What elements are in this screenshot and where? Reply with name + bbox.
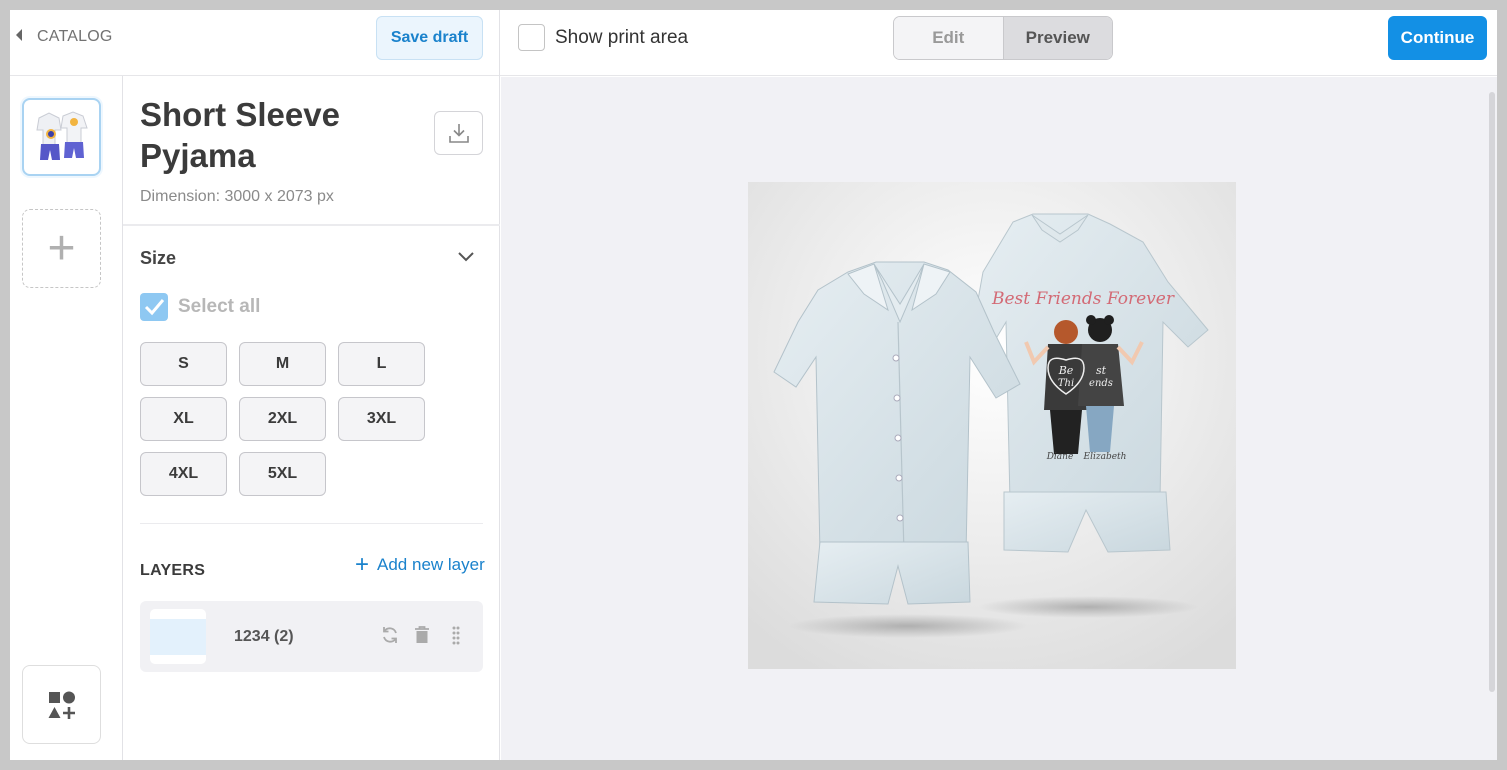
mode-toggle: Edit Preview [893, 16, 1113, 60]
jacket-text: Thi [1058, 378, 1074, 389]
add-view-button[interactable]: + [22, 209, 101, 288]
select-all-checkbox[interactable] [140, 293, 168, 321]
size-option-3xl[interactable]: 3XL [338, 397, 425, 441]
download-button[interactable] [434, 111, 483, 155]
print-name: Elizabeth [1083, 452, 1127, 462]
download-icon [448, 124, 469, 143]
views-rail: + [10, 76, 123, 760]
back-to-catalog-link[interactable]: CATALOG [16, 28, 113, 46]
select-all-label: Select all [178, 296, 261, 317]
size-option-xl[interactable]: XL [140, 397, 227, 441]
layer-thumbnail [150, 609, 206, 664]
shapes-icon [48, 691, 75, 719]
size-option-4xl[interactable]: 4XL [140, 452, 227, 496]
product-title: Short Sleeve Pyjama [140, 96, 340, 174]
print-text: Best Friends Forever [991, 289, 1175, 309]
size-option-m[interactable]: M [239, 342, 326, 386]
size-heading: Size [140, 248, 177, 268]
size-option-s[interactable]: S [140, 342, 227, 386]
add-new-layer-label: Add new layer [377, 555, 485, 574]
show-print-area-checkbox[interactable] [518, 24, 545, 51]
pyjama-thumbnail-icon [35, 111, 88, 160]
product-dimension: Dimension: 3000 x 2073 px [140, 188, 334, 205]
add-new-layer-button[interactable]: + Add new layer [355, 553, 485, 577]
app-window: CATALOG Save draft Show print area Edit … [10, 10, 1497, 760]
select-all-sizes[interactable]: Select all [140, 293, 260, 321]
save-draft-button[interactable]: Save draft [376, 16, 483, 60]
edit-mode-button[interactable]: Edit [894, 17, 1004, 59]
drag-handle-icon [452, 626, 460, 645]
continue-button[interactable]: Continue [1388, 16, 1487, 60]
top-left-section: CATALOG Save draft [10, 10, 500, 76]
show-print-area-toggle[interactable]: Show print area [518, 24, 688, 51]
divider [123, 224, 500, 226]
top-bar: CATALOG Save draft Show print area Edit … [10, 10, 1497, 76]
product-mockup-image: Best Friends Forever Be Thi st ends Dian… [748, 182, 1236, 669]
trash-icon [415, 626, 429, 643]
back-arrow-icon [16, 29, 22, 41]
layer-name: 1234 (2) [234, 628, 294, 645]
preview-mode-button[interactable]: Preview [1003, 17, 1112, 59]
shapes-elements-button[interactable] [22, 665, 101, 744]
replace-layer-button[interactable] [378, 623, 402, 647]
plus-icon: + [355, 551, 370, 578]
back-label: CATALOG [37, 28, 113, 45]
product-view-thumbnail[interactable] [22, 98, 101, 176]
jacket-text: ends [1089, 378, 1113, 389]
refresh-icon [383, 627, 397, 643]
layers-heading: LAYERS [140, 562, 206, 579]
size-option-l[interactable]: L [338, 342, 425, 386]
print-name: Diane [1046, 452, 1074, 462]
layer-thumbnail-image [150, 619, 206, 655]
size-option-2xl[interactable]: 2XL [239, 397, 326, 441]
layer-item[interactable]: 1234 (2) [140, 601, 483, 672]
drag-handle[interactable] [444, 623, 468, 647]
jacket-text: Be [1058, 364, 1074, 377]
jacket-text: st [1096, 364, 1107, 377]
product-settings-panel: Short Sleeve Pyjama Dimension: 3000 x 20… [123, 76, 500, 760]
divider [140, 523, 483, 524]
chevron-down-icon[interactable] [456, 248, 476, 264]
plus-icon: + [47, 221, 76, 275]
checkmark-icon [144, 299, 165, 316]
delete-layer-button[interactable] [410, 623, 434, 647]
show-print-area-label: Show print area [555, 26, 689, 48]
canvas-scrollbar[interactable] [1489, 92, 1495, 692]
size-option-5xl[interactable]: 5XL [239, 452, 326, 496]
